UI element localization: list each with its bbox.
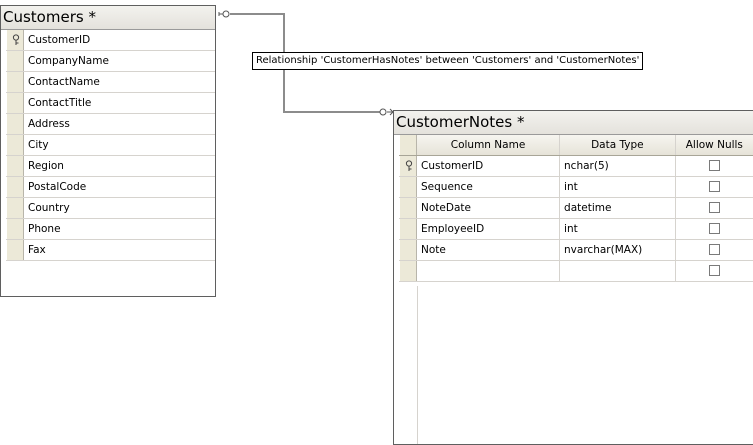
column-row[interactable]: Address — [6, 114, 215, 135]
row-selector[interactable] — [6, 51, 24, 71]
column-name-cell[interactable]: CustomerID — [417, 156, 561, 176]
row-selector[interactable] — [6, 198, 24, 218]
allow-nulls-cell — [676, 219, 753, 239]
row-selector[interactable] — [6, 93, 24, 113]
column-row[interactable]: ContactName — [6, 72, 215, 93]
column-name[interactable]: CompanyName — [24, 51, 109, 71]
many-end-key-icon — [379, 108, 395, 116]
column-row[interactable]: Fax — [6, 240, 215, 261]
column-row[interactable]: CompanyName — [6, 51, 215, 72]
column-row[interactable]: Phone — [6, 219, 215, 240]
data-type-cell[interactable]: datetime — [560, 198, 676, 218]
row-selector[interactable] — [399, 177, 417, 197]
allow-nulls-checkbox[interactable] — [708, 181, 720, 192]
column-name[interactable]: ContactTitle — [24, 93, 91, 113]
data-type-cell[interactable]: int — [560, 219, 676, 239]
relationship-tooltip: Relationship 'CustomerHasNotes' between … — [252, 52, 644, 70]
row-selector[interactable] — [399, 261, 417, 281]
column-name[interactable]: Country — [24, 198, 70, 218]
column-name-cell[interactable]: Sequence — [417, 177, 561, 197]
data-type-header[interactable]: Data Type — [560, 135, 676, 155]
grid-empty-area — [399, 286, 418, 444]
allow-nulls-checkbox[interactable] — [708, 265, 720, 276]
relationship-line[interactable] — [283, 111, 383, 113]
column-row[interactable]: Country — [6, 198, 215, 219]
column-name-cell[interactable]: EmployeeID — [417, 219, 561, 239]
customers-table[interactable]: Customers * CustomerID CompanyName Contact… — [0, 5, 216, 297]
primary-key-icon — [12, 34, 20, 45]
column-name-cell[interactable]: NoteDate — [417, 198, 561, 218]
allow-nulls-checkbox[interactable] — [708, 160, 720, 171]
allow-nulls-cell — [676, 156, 753, 176]
row-selector[interactable] — [6, 177, 24, 197]
allow-nulls-checkbox[interactable] — [708, 202, 720, 213]
table-row[interactable]: NoteDate datetime — [399, 198, 753, 219]
column-name-header[interactable]: Column Name — [417, 135, 561, 155]
table-title[interactable]: Customers * — [1, 6, 215, 30]
column-name[interactable]: City — [24, 135, 49, 155]
row-selector[interactable] — [6, 219, 24, 239]
table-row[interactable]: CustomerID nchar(5) — [399, 156, 753, 177]
table-title[interactable]: CustomerNotes * — [394, 111, 753, 135]
column-name[interactable]: Address — [24, 114, 70, 134]
grid-header: Column Name Data Type Allow Nulls — [399, 135, 753, 156]
customer-notes-table[interactable]: CustomerNotes * Column Name Data Type Al… — [393, 110, 753, 445]
table-row[interactable]: EmployeeID int — [399, 219, 753, 240]
row-selector[interactable] — [6, 72, 24, 92]
allow-nulls-cell — [676, 261, 753, 281]
column-name[interactable]: Phone — [24, 219, 61, 239]
row-selector[interactable] — [6, 30, 24, 50]
table-row[interactable] — [399, 261, 753, 282]
allow-nulls-cell — [676, 240, 753, 260]
row-selector[interactable] — [399, 156, 417, 176]
table-row[interactable]: Sequence int — [399, 177, 753, 198]
column-row[interactable]: CustomerID — [6, 30, 215, 51]
row-selector[interactable] — [399, 240, 417, 260]
primary-key-icon — [405, 160, 413, 171]
data-type-cell[interactable] — [560, 261, 676, 281]
one-end-key-icon — [218, 10, 230, 18]
row-selector[interactable] — [6, 114, 24, 134]
allow-nulls-checkbox[interactable] — [708, 244, 720, 255]
row-selector[interactable] — [6, 156, 24, 176]
row-selector[interactable] — [6, 135, 24, 155]
data-type-cell[interactable]: nchar(5) — [560, 156, 676, 176]
relationship-line[interactable] — [230, 13, 284, 15]
column-row[interactable]: ContactTitle — [6, 93, 215, 114]
column-name[interactable]: PostalCode — [24, 177, 86, 197]
allow-nulls-header[interactable]: Allow Nulls — [676, 135, 753, 155]
column-list: CustomerID CompanyName ContactName ContactT… — [6, 30, 215, 261]
allow-nulls-cell — [676, 198, 753, 218]
row-selector[interactable] — [6, 240, 24, 260]
column-name[interactable]: ContactName — [24, 72, 100, 92]
column-name-cell[interactable]: Note — [417, 240, 561, 260]
data-type-cell[interactable]: int — [560, 177, 676, 197]
row-selector[interactable] — [399, 198, 417, 218]
column-name[interactable]: Region — [24, 156, 64, 176]
column-name-cell[interactable] — [417, 261, 561, 281]
row-selector[interactable] — [399, 219, 417, 239]
allow-nulls-cell — [676, 177, 753, 197]
column-name[interactable]: CustomerID — [24, 30, 90, 50]
allow-nulls-checkbox[interactable] — [708, 223, 720, 234]
data-type-cell[interactable]: nvarchar(MAX) — [560, 240, 676, 260]
row-selector[interactable] — [399, 135, 417, 155]
column-name[interactable]: Fax — [24, 240, 46, 260]
column-row[interactable]: City — [6, 135, 215, 156]
column-row[interactable]: PostalCode — [6, 177, 215, 198]
table-row[interactable]: Note nvarchar(MAX) — [399, 240, 753, 261]
column-grid: Column Name Data Type Allow Nulls Custom… — [399, 135, 753, 282]
column-row[interactable]: Region — [6, 156, 215, 177]
